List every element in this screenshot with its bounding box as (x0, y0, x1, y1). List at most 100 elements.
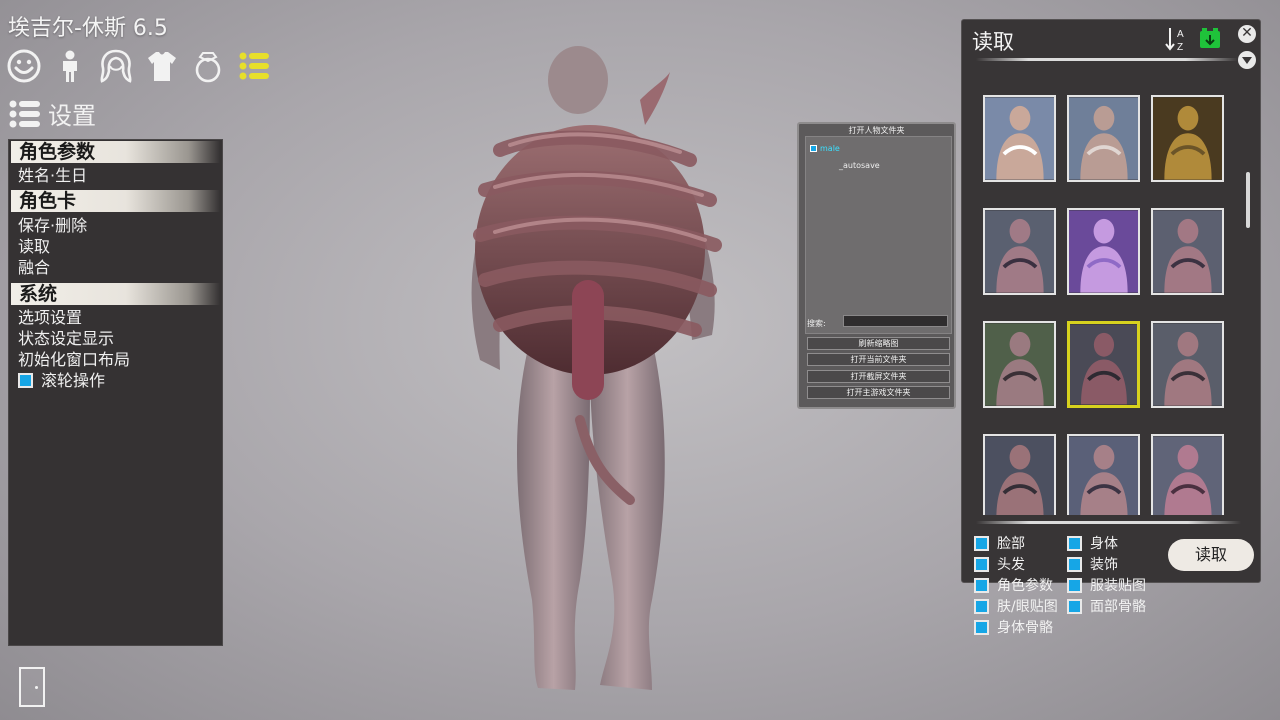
settings-title: 设置 (48, 102, 96, 130)
open-current-folder-button[interactable]: 打开当前文件夹 (807, 353, 950, 366)
search-label: 搜索: (807, 319, 826, 328)
thumbnail-image (1069, 97, 1138, 180)
game-title: 埃吉尔-休斯 6.5 (8, 16, 168, 41)
thumbnail-image (985, 97, 1054, 180)
thumb-monster-selected[interactable] (1067, 321, 1140, 408)
option-checkbox[interactable] (974, 577, 989, 593)
option-checkbox[interactable] (1067, 556, 1082, 572)
option-checkbox[interactable] (1067, 598, 1082, 614)
grid-scrollbar[interactable] (1246, 172, 1250, 228)
open-game-folder-button[interactable]: 打开主游戏文件夹 (807, 386, 950, 399)
folder-dialog: 打开人物文件夹 male _autosave 搜索: 刷新缩略图 打开当前文件夹… (797, 122, 956, 409)
section-header-character-params: 角色参数 (11, 141, 220, 163)
thumb-monster-1[interactable] (983, 208, 1056, 295)
option-body-bones[interactable]: 身体骨骼 (974, 617, 1053, 637)
thumb-old-man[interactable] (1067, 95, 1140, 182)
thumbnail-image (1153, 210, 1222, 293)
accessory-ring-icon[interactable] (190, 48, 226, 84)
title-divider (976, 58, 1238, 61)
load-panel: 读取 A Z ✕ 脸部 头发 角色参数 肤/眼贴图 身体骨骼 身体 装饰 服装贴… (961, 19, 1261, 636)
scroll-wheel-checkbox[interactable] (18, 373, 33, 388)
thumb-purple-tentacle[interactable] (1067, 208, 1140, 295)
option-body[interactable]: 身体 (1067, 533, 1118, 553)
menu-item-options[interactable]: 选项设置 (9, 307, 222, 328)
sort-az-icon[interactable]: A Z (1165, 26, 1189, 52)
thumb-boy[interactable] (983, 95, 1056, 182)
section-header-character-card: 角色卡 (11, 190, 220, 212)
load-button[interactable]: 读取 (1168, 539, 1254, 571)
thumb-monster-4[interactable] (1151, 321, 1224, 408)
section-header-system: 系统 (11, 283, 220, 305)
option-label: 身体骨骼 (997, 620, 1053, 636)
option-checkbox[interactable] (1067, 535, 1082, 551)
load-panel-title: 读取 (972, 30, 1014, 54)
menu-item-load[interactable]: 读取 (9, 236, 222, 257)
option-hair[interactable]: 头发 (974, 554, 1025, 574)
folder-checkbox[interactable] (810, 145, 817, 152)
thumb-monster-6[interactable] (1067, 434, 1140, 515)
menu-item-status-display[interactable]: 状态设定显示 (9, 328, 222, 349)
option-clothing-texture[interactable]: 服装贴图 (1067, 575, 1146, 595)
thumbnail-image (1070, 324, 1137, 405)
grid-divider (976, 521, 1241, 524)
thumb-monster-5[interactable] (983, 434, 1056, 515)
menu-item-reset-layout[interactable]: 初始化窗口布局 (9, 349, 222, 370)
folder-add-icon[interactable] (1199, 26, 1221, 50)
thumbnail-image (1153, 97, 1222, 180)
thumbnail-image (1153, 323, 1222, 406)
hair-icon[interactable] (98, 48, 134, 84)
settings-header: 设置 (8, 96, 96, 131)
character-model[interactable] (440, 40, 740, 695)
thumbnail-image (1069, 210, 1138, 293)
option-label: 头发 (997, 557, 1025, 573)
menu-item-save-delete[interactable]: 保存·删除 (9, 215, 222, 236)
option-face[interactable]: 脸部 (974, 533, 1025, 553)
option-label: 肤/眼贴图 (997, 599, 1058, 615)
category-toolbar (6, 48, 272, 84)
thumb-monster-3[interactable] (983, 321, 1056, 408)
option-skin-eye-texture[interactable]: 肤/眼贴图 (974, 596, 1058, 616)
scroll-wheel-label: 滚轮操作 (41, 371, 106, 390)
tree-item-male[interactable]: male (810, 144, 840, 153)
scroll-wheel-toggle[interactable]: 滚轮操作 (9, 370, 222, 391)
chevron-down-icon[interactable] (1238, 51, 1256, 69)
folder-tree: male _autosave (805, 136, 952, 334)
tree-item-label: male (820, 144, 840, 153)
option-face-bones[interactable]: 面部骨骼 (1067, 596, 1146, 616)
folder-dialog-title: 打开人物文件夹 (848, 126, 905, 135)
exit-door-icon[interactable] (19, 667, 45, 707)
menu-item-merge[interactable]: 融合 (9, 257, 222, 278)
tree-item-autosave[interactable]: _autosave (839, 161, 880, 170)
svg-text:Z: Z (1177, 42, 1183, 52)
character-card-grid (981, 95, 1225, 515)
search-input[interactable] (843, 315, 948, 327)
option-label: 脸部 (997, 536, 1025, 552)
option-label: 服装贴图 (1090, 578, 1146, 594)
thumb-monster-2[interactable] (1151, 208, 1224, 295)
svg-text:A: A (1177, 29, 1184, 40)
face-icon[interactable] (6, 48, 42, 84)
open-screenshot-folder-button[interactable]: 打开截屏文件夹 (807, 370, 950, 383)
close-icon[interactable]: ✕ (1238, 25, 1256, 43)
settings-list-icon (9, 100, 40, 127)
option-checkbox[interactable] (974, 598, 989, 614)
thumbnail-image (985, 323, 1054, 406)
thumb-monster-7[interactable] (1151, 434, 1224, 515)
body-icon[interactable] (52, 48, 88, 84)
settings-list-icon[interactable] (236, 48, 272, 84)
option-checkbox[interactable] (1067, 577, 1082, 593)
option-label: 身体 (1090, 536, 1118, 552)
thumb-golden-statue[interactable] (1151, 95, 1224, 182)
option-label: 角色参数 (997, 578, 1053, 594)
option-character-params[interactable]: 角色参数 (974, 575, 1053, 595)
thumbnail-image (985, 210, 1054, 293)
option-checkbox[interactable] (974, 535, 989, 551)
option-checkbox[interactable] (974, 556, 989, 572)
menu-item-name-birthday[interactable]: 姓名·生日 (9, 165, 222, 186)
refresh-thumbnails-button[interactable]: 刷新缩略图 (807, 337, 950, 350)
settings-panel: 角色参数 姓名·生日 角色卡 保存·删除 读取 融合 系统 选项设置 状态设定显… (8, 139, 223, 646)
option-label: 装饰 (1090, 557, 1118, 573)
clothing-icon[interactable] (144, 48, 180, 84)
option-checkbox[interactable] (974, 619, 989, 635)
option-accessory[interactable]: 装饰 (1067, 554, 1118, 574)
